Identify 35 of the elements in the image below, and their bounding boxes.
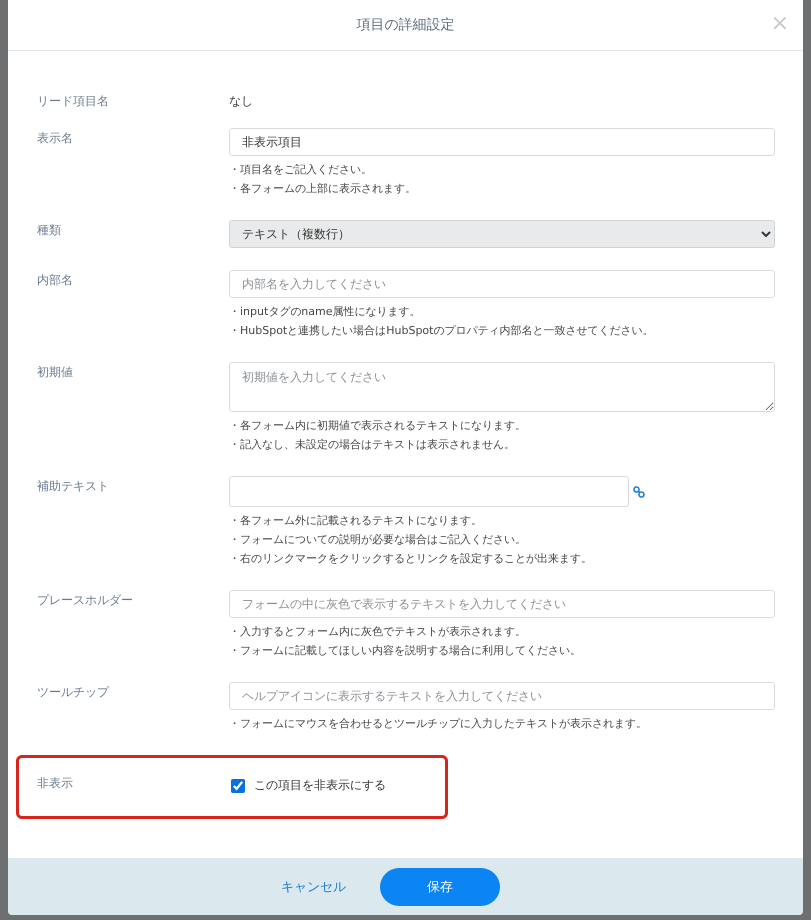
input-field[interactable]: ヘルプアイコンに表示するテキストを入力してください [229,682,775,710]
help-text: ・各フォーム外に記載されるテキストになります。 [229,513,483,529]
help-text: ・項目名をご記入ください。 [229,162,373,178]
help-text: ・記入なし、未設定の場合はテキストは表示されません。 [229,437,516,453]
help-text: ・入力するとフォーム内に灰色でテキストが表示されます。 [229,624,527,640]
checkbox[interactable] [231,778,245,792]
help-text: ・フォームについての説明が必要な場合はご記入ください。 [229,532,527,548]
cancel-button[interactable]: キャンセル [281,874,346,900]
text-area[interactable]: 初期値を入力してください [229,362,775,412]
field-label: 表示名 [37,130,74,147]
field-label: プレースホルダー [37,592,134,609]
help-text: ・HubSpotと連携したい場合はHubSpotのプロパティ内部名と一致させてください。 [229,323,654,339]
dialog-title: 項目の詳細設定 [356,16,454,34]
type-dropdown[interactable]: テキスト（複数行） [229,220,775,248]
help-text: ・フォームに記載してほしい内容を説明する場合に利用してください。 [229,643,582,659]
field-label: 初期値 [37,364,74,381]
field-label: 補助テキスト [37,478,110,495]
field-value: なし [229,93,254,110]
checkbox-label: この項目を非表示にする [254,777,386,794]
field-label: 非表示 [37,775,74,792]
input-field[interactable]: フォームの中に灰色で表示するテキストを入力してください [229,590,775,618]
input-field[interactable]: 内部名を入力してください [229,270,775,298]
help-text: ・各フォームの上部に表示されます。 [229,181,417,197]
help-text: ・右のリンクマークをクリックするとリンクを設定することが出来ます。 [229,551,593,567]
field-label: 種類 [37,222,62,239]
input-field[interactable]: 非表示項目 [229,128,775,156]
save-button[interactable]: 保存 [380,868,500,906]
help-text: ・フォームにマウスを合わせるとツールチップに入力したテキストが表示されます。 [229,716,648,732]
link-icon[interactable] [633,486,645,498]
field-label: 内部名 [37,272,74,289]
input-field[interactable] [229,476,629,507]
help-text: ・各フォーム内に初期値で表示されるテキストになります。 [229,418,527,434]
field-label: リード項目名 [37,93,110,110]
help-text: ・inputタグのname属性になります。 [229,304,422,320]
field-label: ツールチップ [37,684,110,701]
